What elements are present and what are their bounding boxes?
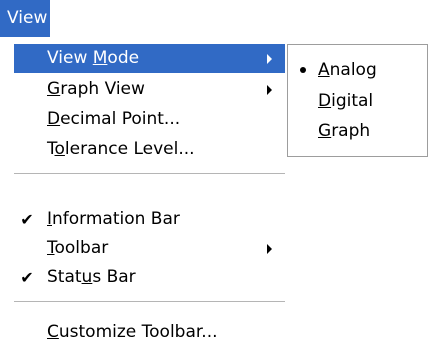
checkmark-icon: ✔ bbox=[20, 268, 34, 287]
menu-item-view-mode[interactable]: View Mode bbox=[14, 44, 285, 73]
menu-item-label: Toolbar bbox=[47, 238, 109, 258]
view-menu-screenshot: View View Mode Graph View Decimal Point.… bbox=[0, 0, 428, 361]
submenu-item-graph[interactable]: Graph bbox=[288, 116, 427, 146]
view-mode-submenu: Analog Digital Graph bbox=[287, 44, 428, 157]
submenu-item-label: Digital bbox=[318, 91, 374, 111]
menu-item-tolerance-level[interactable]: Tolerance Level... bbox=[14, 135, 285, 164]
view-menu-dropdown: View Mode Graph View Decimal Point... To… bbox=[0, 37, 285, 361]
submenu-item-label: Graph bbox=[318, 121, 371, 141]
menu-item-label: View Mode bbox=[47, 48, 140, 68]
menu-item-decimal-point[interactable]: Decimal Point... bbox=[14, 105, 285, 134]
menu-item-label: Graph View bbox=[47, 79, 145, 99]
menu-item-toolbar[interactable]: Toolbar bbox=[14, 234, 285, 263]
menu-item-graph-view[interactable]: Graph View bbox=[14, 75, 285, 104]
submenu-item-label: Analog bbox=[318, 60, 377, 80]
submenu-arrow-icon bbox=[267, 244, 272, 254]
submenu-item-analog[interactable]: Analog bbox=[288, 55, 427, 85]
menu-item-label: Customize Toolbar... bbox=[47, 322, 218, 342]
menubar-view[interactable]: View bbox=[0, 0, 50, 37]
menu-item-status-bar[interactable]: ✔ Status Bar bbox=[14, 263, 285, 292]
radio-bullet-icon bbox=[300, 67, 306, 73]
menu-item-label: Tolerance Level... bbox=[47, 139, 195, 159]
menu-separator bbox=[14, 173, 285, 174]
menu-item-label: Decimal Point... bbox=[47, 109, 181, 129]
menubar-view-label: View bbox=[7, 8, 48, 28]
checkmark-icon: ✔ bbox=[20, 210, 34, 229]
submenu-arrow-icon bbox=[267, 54, 272, 64]
menu-item-label: Status Bar bbox=[47, 267, 136, 287]
menu-item-information-bar[interactable]: ✔ Information Bar bbox=[14, 205, 285, 234]
submenu-arrow-icon bbox=[267, 85, 272, 95]
menu-item-customize-toolbar[interactable]: Customize Toolbar... bbox=[14, 318, 285, 347]
menu-item-label: Information Bar bbox=[47, 209, 180, 229]
menu-separator bbox=[14, 301, 285, 302]
submenu-item-digital[interactable]: Digital bbox=[288, 86, 427, 116]
